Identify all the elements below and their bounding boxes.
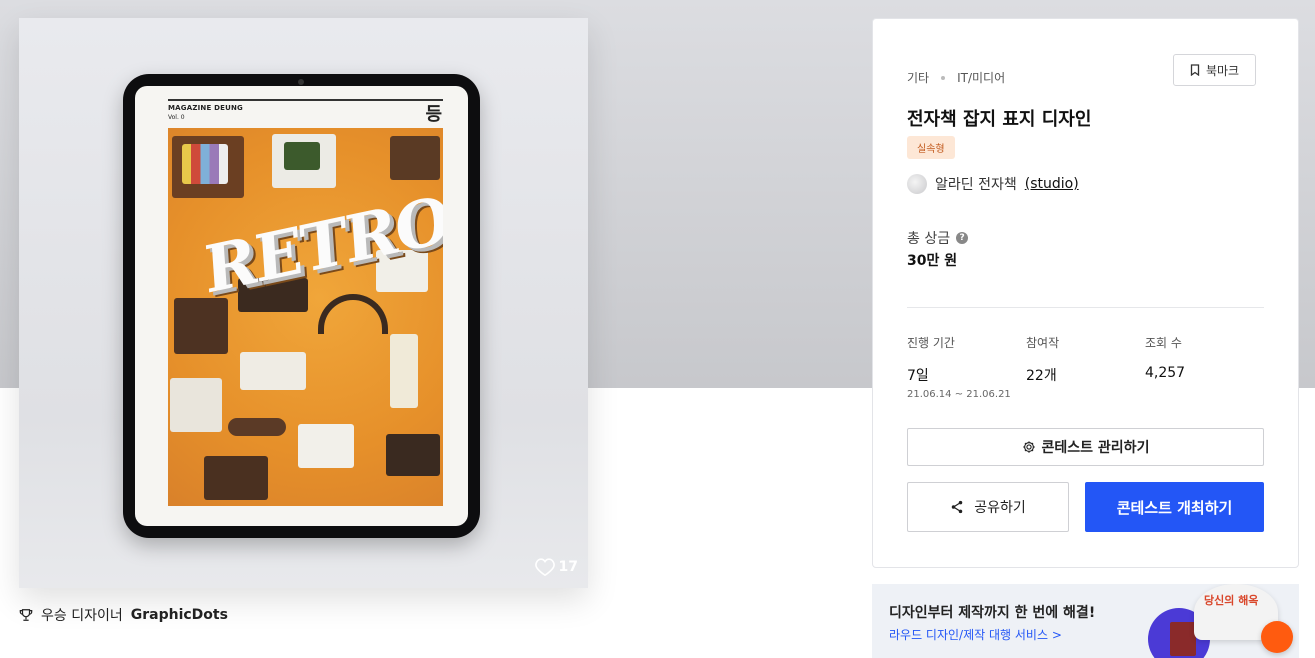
share-button[interactable]: 공유하기 <box>907 482 1069 532</box>
stat-value: 4,257 <box>1145 365 1186 381</box>
camcorder-illustration <box>204 456 268 500</box>
host-link[interactable]: (studio) <box>1025 176 1079 192</box>
category-breadcrumb: 기타 IT/미디어 <box>907 69 1005 86</box>
host-contest-button[interactable]: 콘테스트 개최하기 <box>1085 482 1264 532</box>
magazine-name: MAGAZINE DEUNG <box>168 104 243 112</box>
console-illustration <box>170 378 222 432</box>
prize-label: 총 상금 ? <box>907 228 969 248</box>
trophy-icon <box>19 609 33 621</box>
chat-fab-button[interactable] <box>1261 621 1293 653</box>
vhs-illustration <box>386 434 440 476</box>
stat-label: 참여작 <box>1026 336 1060 350</box>
like-button[interactable]: 17 <box>534 558 578 576</box>
like-count: 17 <box>558 559 578 575</box>
stat-date-range: 21.06.14 ~ 21.06.21 <box>907 389 1011 400</box>
category-primary[interactable]: 기타 <box>907 69 929 86</box>
magazine-cover-illustration: RETRO <box>168 128 443 506</box>
headphones-illustration <box>318 294 388 334</box>
share-label: 공유하기 <box>974 500 1026 516</box>
phone-illustration <box>390 334 418 408</box>
prize-label-text: 총 상금 <box>907 231 951 247</box>
contest-title: 전자책 잡지 표지 디자인 <box>907 109 1092 130</box>
controller-illustration <box>228 418 286 436</box>
stat-duration: 진행 기간 7일 21.06.14 ~ 21.06.21 <box>907 334 1011 400</box>
category-secondary[interactable]: IT/미디어 <box>957 69 1005 86</box>
host-name: 알라딘 전자책 <box>935 177 1017 193</box>
winner-name[interactable]: GraphicDots <box>131 607 228 623</box>
gear-icon <box>1022 441 1035 453</box>
stat-entries: 참여작 22개 <box>1026 334 1059 385</box>
winner-label: 우승 디자이너 <box>41 608 123 624</box>
heart-icon <box>534 558 555 576</box>
category-separator <box>941 75 946 80</box>
bookmark-button[interactable]: 북마크 <box>1173 54 1256 86</box>
host-avatar <box>907 174 927 194</box>
gameboy-illustration <box>240 352 306 390</box>
stat-label: 조회 수 <box>1145 336 1182 350</box>
share-icon <box>951 500 963 514</box>
retro-computer-screen <box>284 142 320 170</box>
camera-illustration <box>390 136 440 180</box>
bookmark-icon <box>1190 64 1200 76</box>
magazine-logo: 등 <box>425 104 442 125</box>
magazine-volume: Vol. 0 <box>168 114 185 121</box>
stat-value: 7일 <box>907 368 929 384</box>
winning-artwork[interactable]: MAGAZINE DEUNG Vol. 0 등 RETRO 17 <box>19 18 588 588</box>
tablet-camera <box>298 79 304 85</box>
panel-divider <box>907 307 1264 308</box>
banner-illustration-book <box>1170 622 1196 656</box>
prize-value: 30만 원 <box>907 253 958 269</box>
retro-tv-screen <box>182 144 228 184</box>
promo-banner[interactable]: 디자인부터 제작까지 한 번에 해결! 라우드 디자인/제작 대행 서비스 > … <box>872 584 1299 658</box>
stat-label: 진행 기간 <box>907 336 955 350</box>
contest-type-badge: 실속형 <box>907 136 955 159</box>
contest-info-panel: 기타 IT/미디어 북마크 전자책 잡지 표지 디자인 실속형 알라딘 전자책 … <box>872 18 1299 568</box>
stat-views: 조회 수 4,257 <box>1145 334 1185 381</box>
banner-illustration-label: 당신의 해옥 <box>1204 594 1259 607</box>
magazine-rule <box>168 99 443 101</box>
banner-link[interactable]: 라우드 디자인/제작 대행 서비스 > <box>889 626 1062 643</box>
tablet-screen: MAGAZINE DEUNG Vol. 0 등 RETRO <box>135 86 468 526</box>
winner-designer: 우승 디자이너 GraphicDots <box>19 605 228 625</box>
bookmark-label: 북마크 <box>1205 63 1240 78</box>
stat-value: 22개 <box>1026 368 1057 384</box>
help-icon[interactable]: ? <box>956 232 969 244</box>
floppy-illustration <box>298 424 354 468</box>
tablet-mockup: MAGAZINE DEUNG Vol. 0 등 RETRO <box>123 74 480 538</box>
contest-host: 알라딘 전자책 (studio) <box>907 174 1079 194</box>
manage-contest-label: 콘테스트 관리하기 <box>1041 440 1150 456</box>
banner-title: 디자인부터 제작까지 한 번에 해결! <box>889 605 1096 621</box>
manage-contest-button[interactable]: 콘테스트 관리하기 <box>907 428 1264 466</box>
